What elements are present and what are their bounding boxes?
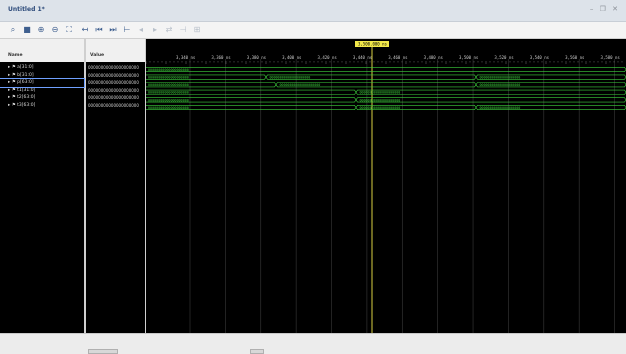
ruler-tick-label: 3,500 ns xyxy=(459,55,479,60)
signal-name[interactable]: ▸ ⚑ a[31:0] xyxy=(0,64,84,72)
ruler-tick-label: 3,400 ns xyxy=(282,55,302,60)
value-column-header[interactable]: Value xyxy=(86,51,146,61)
ruler-tick-label: 3,420 ns xyxy=(318,55,338,60)
ruler-tick-label: 3,520 ns xyxy=(494,55,514,60)
zoom-in-icon[interactable]: ⊕ xyxy=(36,25,46,35)
waveform-toolbar: ⌕ ■ ⊕ ⊖ ⛶ ↤ ⏮ ⏭ ⊢ ◂ ▸ ⇄ ⊣ ⊞ xyxy=(0,22,626,39)
signal-name[interactable]: ▸ ⚑ t3[63:0] xyxy=(0,102,84,110)
signal-value: 00000000000000000000 xyxy=(88,72,139,78)
bus-value: 00000000000000000000 xyxy=(360,91,401,95)
zoom-out-icon[interactable]: ⊖ xyxy=(50,25,60,35)
title-bar: Untitled 1* – ❐ ✕ xyxy=(0,0,626,22)
bus-value: 00000000000000000000 xyxy=(360,98,401,102)
add-marker-icon[interactable]: ⊢ xyxy=(122,25,132,35)
bus-value: 00000000000000000000 xyxy=(480,83,521,87)
ruler-tick-label: 3,460 ns xyxy=(388,55,408,60)
bus-value: 00000000000000000000 xyxy=(360,106,401,110)
signal-value: 00000000000000000000 xyxy=(88,80,139,86)
next-marker-icon[interactable]: ▸ xyxy=(150,25,160,35)
signal-name[interactable]: ▸ ⚑ b[31:0] xyxy=(0,72,84,80)
value-scrollbar-thumb[interactable] xyxy=(88,349,118,354)
save-icon[interactable]: ■ xyxy=(22,25,32,35)
window-controls[interactable]: – ❐ ✕ xyxy=(590,5,620,13)
go-to-cursor-icon[interactable]: ↤ xyxy=(80,25,90,35)
bus-value: 00000000000000000000 xyxy=(148,76,189,80)
go-to-start-icon[interactable]: ⏮ xyxy=(94,25,104,35)
ruler-tick-label: 3,440 ns xyxy=(353,55,373,60)
search-icon[interactable]: ⌕ xyxy=(8,25,18,35)
name-column-header[interactable]: Name xyxy=(4,51,84,61)
ruler-tick-label: 3,580 ns xyxy=(601,55,621,60)
bus-value: 00000000000000000000 xyxy=(280,83,321,87)
bus-value: 00000000000000000000 xyxy=(148,91,189,95)
signal-name[interactable]: ▸ ⚑ t2[63:0] xyxy=(0,94,84,102)
zoom-fit-icon[interactable]: ⛶ xyxy=(64,25,74,35)
bus-value: 00000000000000000000 xyxy=(148,83,189,87)
ruler-tick-label: 3,480 ns xyxy=(424,55,444,60)
snap-icon[interactable]: ⊣ xyxy=(178,25,188,35)
signal-name[interactable]: ▸ ⚑ t1[31:0] xyxy=(0,87,84,95)
window-title: Untitled 1* xyxy=(8,6,45,13)
signal-value: 00000000000000000000 xyxy=(88,65,139,70)
go-to-end-icon[interactable]: ⏭ xyxy=(108,25,118,35)
bus-value: 00000000000000000000 xyxy=(148,106,189,110)
bus-value: 00000000000000000000 xyxy=(148,98,189,102)
ruler-tick-label: 3,360 ns xyxy=(211,55,231,60)
bus-value: 00000000000000000000 xyxy=(480,76,521,80)
bus-value: 00000000000000000000 xyxy=(270,76,311,80)
signal-name[interactable]: ▸ ⚑ p[63:0] xyxy=(0,78,85,88)
wave-scrollbar-thumb[interactable] xyxy=(250,349,264,354)
bus-value: 00000000000000000000 xyxy=(148,68,189,72)
swap-cursors-icon[interactable]: ⇄ xyxy=(164,25,174,35)
ruler-tick-label: 3,540 ns xyxy=(530,55,550,60)
signal-value-list: 00000000000000000000 00000000000000000000… xyxy=(86,64,146,110)
ruler-tick-label: 3,380 ns xyxy=(247,55,267,60)
waveform-canvas[interactable]: 3,340 ns 3,360 ns 3,380 ns 3,400 ns 3,420 ns… xyxy=(146,39,626,354)
ruler-tick-label: 3,560 ns xyxy=(565,55,585,60)
previous-marker-icon[interactable]: ◂ xyxy=(136,25,146,35)
waveform-window: Untitled 1* – ❐ ✕ ⌕ ■ ⊕ ⊖ ⛶ ↤ ⏮ ⏭ ⊢ ◂ ▸ ⇄ ⊣ ⊞ Name Va… xyxy=(0,0,626,354)
bus-segment xyxy=(146,66,626,73)
signal-value: 00000000000000000000 xyxy=(88,87,139,93)
signal-name-list: ▸ ⚑ a[31:0] ▸ ⚑ b[31:0] ▸ ⚑ p[63:0] ▸ ⚑ t1[… xyxy=(0,64,85,110)
cursor-time-label: 3,500.000 ns xyxy=(358,42,387,47)
ruler-tick-label: 3,340 ns xyxy=(176,55,196,60)
bus-value: 00000000000000000000 xyxy=(480,106,521,110)
signal-value: 00000000000000000000 xyxy=(88,95,139,101)
expand-icon[interactable]: ⊞ xyxy=(192,25,202,35)
waveform-plot[interactable]: 3,340 ns 3,360 ns 3,380 ns 3,400 ns 3,420 ns… xyxy=(146,39,626,354)
signal-value: 00000000000000000000 xyxy=(88,102,139,108)
